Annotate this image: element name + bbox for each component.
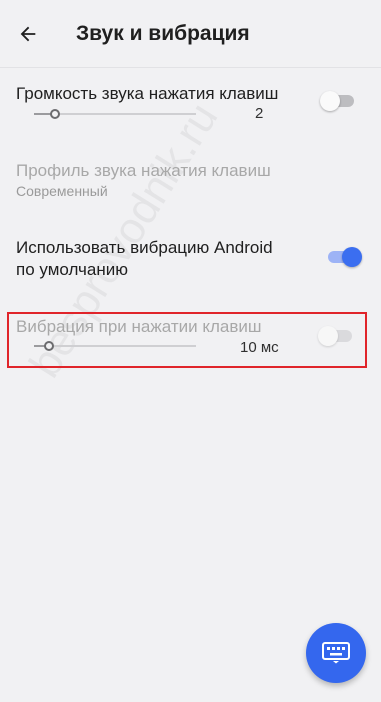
back-button[interactable] [14,20,42,48]
app-bar: Звук и вибрация [0,0,381,68]
setting-title: Громкость звука нажатия клавиш [16,84,279,103]
setting-title-line2: по умолчанию [16,260,128,279]
vibration-slider[interactable] [34,339,196,353]
slider-value: 2 [255,105,264,122]
setting-title: Вибрация при нажатии клавиш [16,317,262,336]
slider-thumb[interactable] [50,109,60,119]
volume-slider[interactable] [34,107,196,121]
slider-value: 10 мс [240,339,279,356]
volume-toggle[interactable] [320,91,356,111]
setting-subtitle: Современный [16,183,108,199]
appbar-divider [0,67,381,68]
key-vibration-toggle[interactable] [318,326,354,346]
setting-title-line1: Использовать вибрацию Android [16,238,273,257]
android-vibration-toggle[interactable] [326,247,362,267]
slider-track [34,345,196,347]
slider-thumb[interactable] [44,341,54,351]
page-title: Звук и вибрация [76,22,250,45]
keyboard-fab[interactable] [306,623,366,683]
arrow-back-icon [20,26,36,42]
keyboard-icon [322,642,350,664]
setting-title: Профиль звука нажатия клавиш [16,161,271,180]
